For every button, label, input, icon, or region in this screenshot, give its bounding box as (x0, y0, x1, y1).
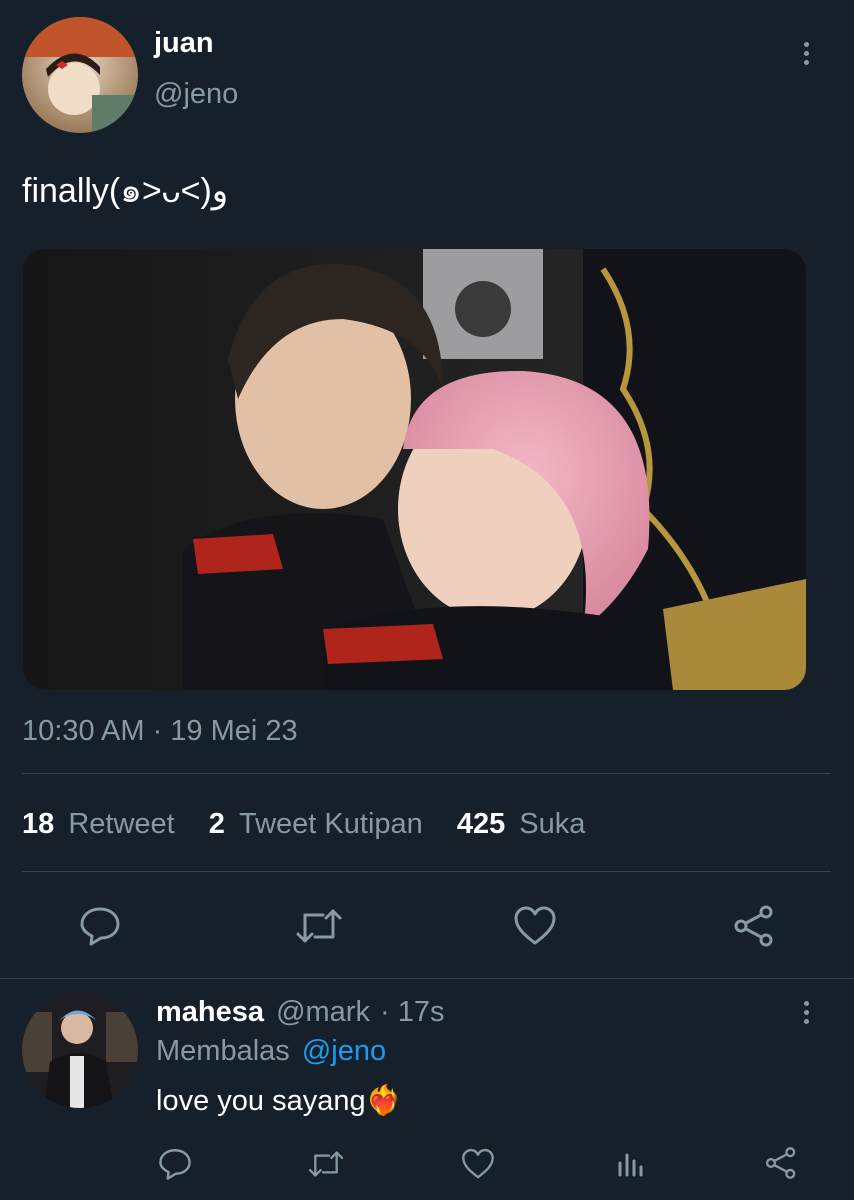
like-stat[interactable]: 425 Suka (457, 808, 586, 840)
reply-avatar[interactable] (22, 992, 138, 1108)
share-icon[interactable] (732, 904, 776, 948)
reply-reply-icon[interactable] (158, 1147, 192, 1181)
like-icon[interactable] (513, 905, 557, 947)
reply-analytics-icon[interactable] (615, 1149, 645, 1179)
replying-to-line: Membalas @jeno (156, 1035, 386, 1068)
tweet-photo[interactable] (23, 249, 806, 690)
retweet-count: 18 (22, 808, 55, 840)
divider-top (22, 773, 831, 774)
like-label: Suka (519, 808, 586, 840)
tweet-text: finally(๑˃ᴗ˂)ﻭ (22, 172, 229, 210)
replying-label: Membalas (156, 1035, 290, 1067)
reply-retweet-icon[interactable] (307, 1148, 345, 1180)
reply-icon[interactable] (79, 905, 121, 947)
quote-label: Tweet Kutipan (238, 808, 423, 840)
quote-count: 2 (208, 808, 225, 840)
reply-text: love you sayang❤️‍🔥 (156, 1085, 402, 1117)
divider-bottom (0, 978, 854, 979)
reply-like-icon[interactable] (461, 1147, 495, 1181)
reply-age: · 17s (380, 996, 445, 1028)
reply-header: mahesa @mark · 17s (156, 996, 445, 1029)
quote-stat[interactable]: 2 Tweet Kutipan (209, 808, 431, 840)
reply-author-name[interactable]: mahesa (156, 996, 264, 1028)
like-count: 425 (456, 808, 506, 840)
retweet-icon[interactable] (295, 905, 343, 947)
replying-to-link[interactable]: @jeno (302, 1035, 386, 1067)
retweet-stat[interactable]: 18 Retweet (22, 808, 183, 840)
reply-share-icon[interactable] (764, 1146, 798, 1180)
reply-more-icon[interactable] (804, 1001, 810, 1028)
author-handle[interactable]: @jeno (154, 78, 238, 111)
tweet-more-icon[interactable] (804, 42, 810, 69)
tweet-timestamp[interactable]: 10:30 AM · 19 Mei 23 (22, 715, 298, 748)
author-name[interactable]: juan (154, 27, 214, 60)
author-avatar[interactable] (22, 17, 138, 133)
stats-row: 18 Retweet 2 Tweet Kutipan 425 Suka (22, 808, 585, 841)
retweet-label: Retweet (68, 808, 175, 840)
reply-author-handle[interactable]: @mark (276, 996, 370, 1028)
divider-mid (22, 871, 831, 872)
